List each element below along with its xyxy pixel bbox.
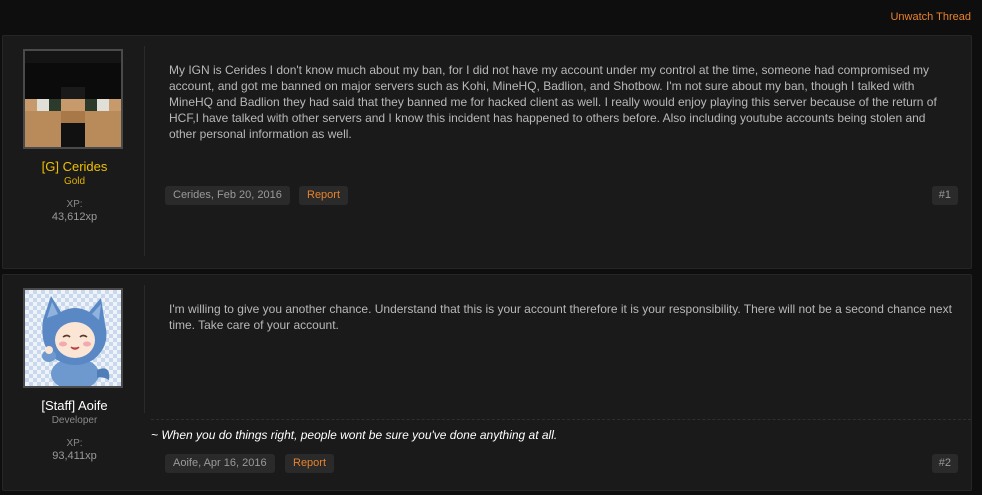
signature: ~ When you do things right, people wont … — [151, 428, 558, 442]
divider — [144, 285, 145, 413]
thread-controls-bar: Unwatch Thread — [0, 0, 982, 34]
user-title: Developer — [51, 415, 98, 426]
message-text: I'm willing to give you another chance. … — [169, 302, 952, 332]
minecraft-skin-face-icon[interactable] — [23, 49, 123, 149]
post: [G] Cerides Gold XP: 43,612xp My IGN is … — [2, 35, 972, 269]
report-button[interactable]: Report — [299, 186, 349, 205]
message-text: My IGN is Cerides I don't know much abou… — [169, 63, 937, 141]
post: [Staff] Aoife Developer XP: 93,411xp I'm… — [2, 274, 972, 491]
message-user-info: [Staff] Aoife Developer XP: 93,411xp — [3, 275, 146, 490]
post-permalink[interactable]: #1 — [931, 186, 958, 205]
unwatch-thread-link[interactable]: Unwatch Thread — [890, 11, 971, 23]
xp-value: 93,411xp — [52, 450, 97, 462]
xp-label: XP: — [66, 438, 83, 449]
anime-blue-hood-avatar-icon[interactable] — [23, 288, 123, 388]
post-author-date[interactable]: Aoife, Apr 16, 2016 — [165, 454, 275, 473]
message-user-info: [G] Cerides Gold XP: 43,612xp — [3, 36, 146, 268]
divider — [144, 46, 145, 256]
signature-divider — [151, 419, 971, 420]
report-button[interactable]: Report — [285, 454, 335, 473]
user-title: Gold — [63, 176, 86, 187]
username[interactable]: [G] Cerides — [3, 159, 146, 174]
username[interactable]: [Staff] Aoife — [3, 398, 146, 413]
post-author-date[interactable]: Cerides, Feb 20, 2016 — [165, 186, 290, 205]
xp-value: 43,612xp — [51, 211, 98, 223]
xp-label: XP: — [66, 199, 83, 210]
post-permalink[interactable]: #2 — [931, 454, 958, 473]
